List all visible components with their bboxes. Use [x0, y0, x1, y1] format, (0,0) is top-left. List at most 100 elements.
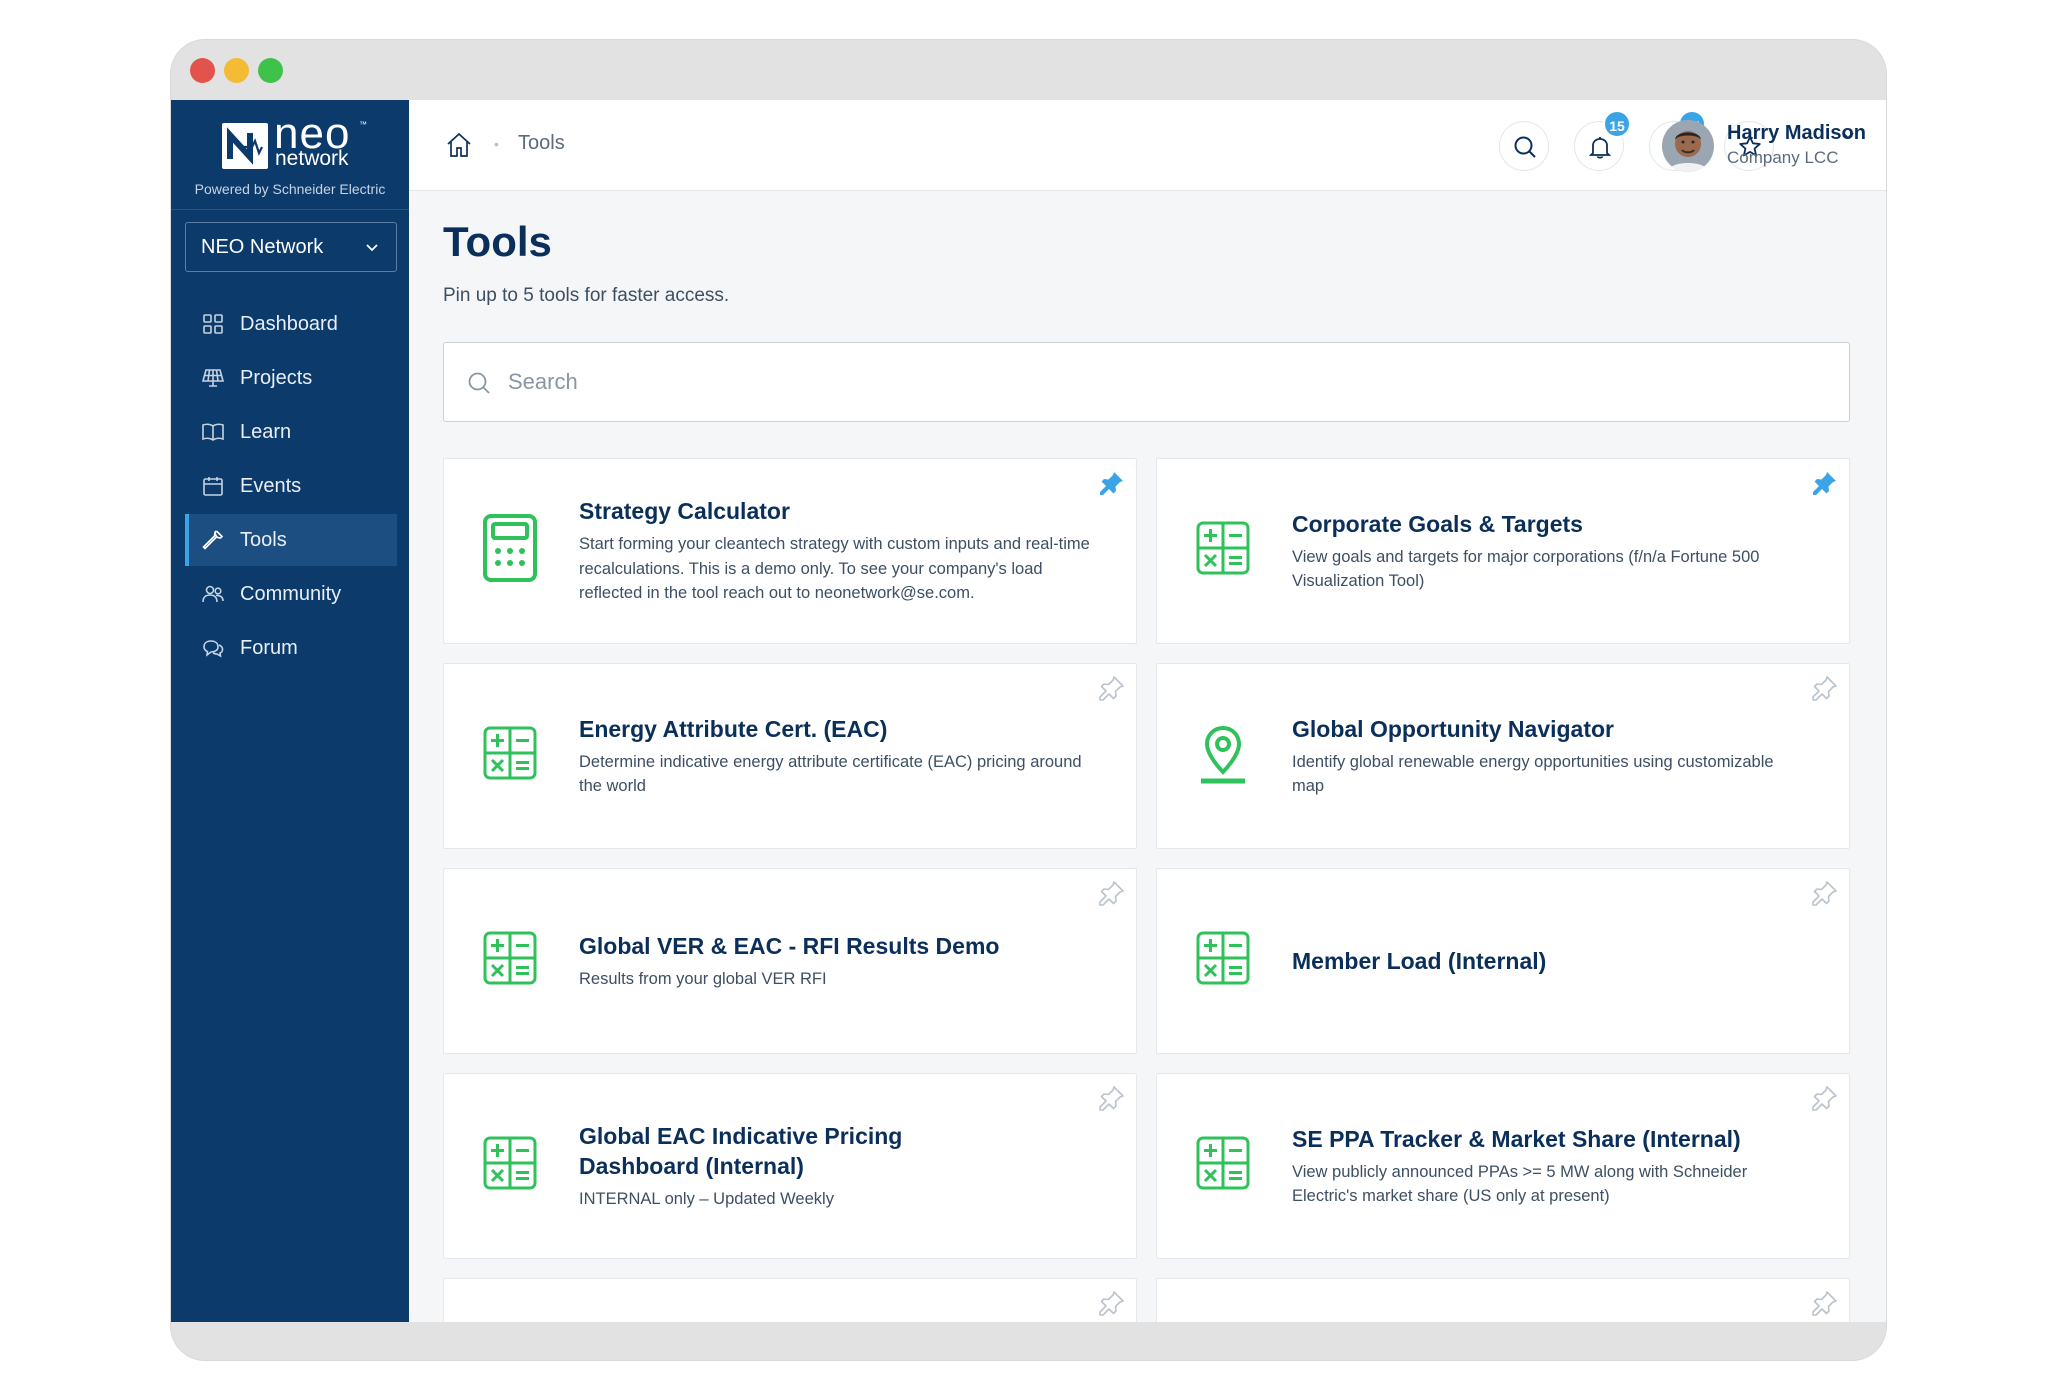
- people-icon: [202, 585, 224, 603]
- sidebar-item-label: Learn: [240, 420, 292, 443]
- pin-outline-icon[interactable]: [1811, 1084, 1839, 1112]
- tool-card-title: Global Opportunity Navigator: [1292, 715, 1615, 742]
- brand-logo[interactable]: neo ™ network Powered by Schneider Elect…: [171, 100, 409, 210]
- pin-filled-icon[interactable]: [1811, 469, 1839, 497]
- search-box[interactable]: [443, 342, 1850, 422]
- dashboard-icon: [203, 314, 223, 334]
- tool-card-title: Global EAC Indicative Pricing Dashboard …: [579, 1122, 903, 1179]
- notifications-count-badge: 15: [1603, 110, 1631, 138]
- tool-card-title: Corporate Goals & Targets: [1292, 510, 1583, 537]
- tool-card-global-opportunity-navigator[interactable]: Global Opportunity Navigator Identify gl…: [1156, 663, 1850, 849]
- breadcrumb[interactable]: Tools: [518, 132, 565, 155]
- user-company: Company LCC: [1727, 148, 1839, 167]
- tool-card-partial[interactable]: [443, 1278, 1137, 1322]
- breadcrumb-separator: •: [494, 136, 499, 152]
- math-operations-icon: [1196, 1136, 1250, 1190]
- main-content: • Tools 15 25: [409, 100, 1886, 1322]
- workspace-label: NEO Network: [201, 236, 324, 258]
- tool-card-description: Start forming your cleantech strategy wi…: [579, 535, 1090, 603]
- tool-card-text: Global EAC Indicative Pricing Dashboard …: [579, 1074, 936, 1258]
- tool-card-title: SE PPA Tracker & Market Share (Internal): [1292, 1125, 1741, 1152]
- page-subtitle: Pin up to 5 tools for faster access.: [443, 285, 730, 306]
- math-operations-icon: [483, 726, 537, 780]
- sidebar: neo ™ network Powered by Schneider Elect…: [171, 100, 409, 1322]
- book-icon: [202, 423, 224, 441]
- tool-card-title: Global VER & EAC - RFI Results Demo: [579, 932, 1000, 959]
- search-icon: [1514, 136, 1536, 158]
- tool-card-text: Strategy Calculator Start forming your c…: [579, 459, 1096, 643]
- tool-card-strategy-calculator[interactable]: Strategy Calculator Start forming your c…: [443, 458, 1137, 644]
- math-operations-icon: [483, 1136, 537, 1190]
- pin-outline-icon[interactable]: [1098, 879, 1126, 907]
- search-input[interactable]: [508, 361, 1808, 403]
- tool-card-se-ppa-tracker[interactable]: SE PPA Tracker & Market Share (Internal)…: [1156, 1073, 1850, 1259]
- tool-card-text: Member Load (Internal): [1292, 869, 1809, 1053]
- tool-card-description: View publicly announced PPAs >= 5 MW alo…: [1292, 1162, 1748, 1206]
- tool-card-description: INTERNAL only – Updated Weekly: [579, 1189, 834, 1208]
- home-icon[interactable]: [445, 131, 473, 159]
- sidebar-item-label: Forum: [240, 636, 298, 659]
- calculator-icon: [483, 514, 537, 582]
- minimize-window-button[interactable]: [224, 58, 249, 83]
- tool-card-description: Results from your global VER RFI: [579, 969, 827, 988]
- tool-card-global-ver-eac-rfi[interactable]: Global VER & EAC - RFI Results Demo Resu…: [443, 868, 1137, 1054]
- tool-card-partial[interactable]: [1156, 1278, 1850, 1322]
- pin-outline-icon[interactable]: [1811, 879, 1839, 907]
- sidebar-item-projects[interactable]: Projects: [185, 352, 397, 404]
- tool-card-text: SE PPA Tracker & Market Share (Internal)…: [1292, 1074, 1809, 1258]
- tool-card-title: Member Load (Internal): [1292, 948, 1547, 974]
- chevron-down-icon[interactable]: [1841, 128, 1855, 142]
- sidebar-item-label: Community: [240, 582, 342, 605]
- pin-outline-icon[interactable]: [1098, 1289, 1126, 1317]
- user-avatar[interactable]: [1662, 120, 1714, 172]
- logo-trademark: ™: [359, 120, 367, 129]
- tool-card-corporate-goals[interactable]: Corporate Goals & Targets View goals and…: [1156, 458, 1850, 644]
- tool-card-energy-attribute-cert[interactable]: Energy Attribute Cert. (EAC) Determine i…: [443, 663, 1137, 849]
- bell-icon: [1588, 137, 1612, 159]
- math-operations-icon: [1196, 931, 1250, 985]
- maximize-window-button[interactable]: [258, 58, 283, 83]
- map-pin-icon: [1201, 725, 1245, 784]
- sidebar-item-community[interactable]: Community: [185, 568, 397, 620]
- sidebar-item-events[interactable]: Events: [185, 460, 397, 512]
- pin-outline-icon[interactable]: [1811, 1289, 1839, 1317]
- sidebar-nav: Dashboard Projects Learn Events Tools Co…: [185, 298, 397, 676]
- sidebar-item-dashboard[interactable]: Dashboard: [185, 298, 397, 350]
- tool-card-title: Energy Attribute Cert. (EAC): [579, 715, 888, 742]
- workspace-dropdown[interactable]: NEO Network: [185, 222, 397, 272]
- search-icon: [468, 372, 490, 394]
- pin-outline-icon[interactable]: [1098, 674, 1126, 702]
- search-button[interactable]: [1499, 121, 1549, 171]
- sidebar-item-forum[interactable]: Forum: [185, 622, 397, 674]
- sidebar-item-label: Projects: [240, 366, 313, 389]
- tool-card-description: Identify global renewable energy opportu…: [1292, 752, 1774, 796]
- solar-panel-icon: [201, 369, 225, 387]
- tool-card-global-eac-pricing-dashboard[interactable]: Global EAC Indicative Pricing Dashboard …: [443, 1073, 1137, 1259]
- neo-logo-mark-icon: [222, 123, 268, 169]
- tool-card-member-load[interactable]: Member Load (Internal): [1156, 868, 1850, 1054]
- window-titlebar: [171, 40, 1886, 100]
- wrench-icon: [202, 530, 224, 550]
- tool-card-text: Corporate Goals & Targets View goals and…: [1292, 459, 1809, 643]
- tool-card-description: View goals and targets for major corpora…: [1292, 547, 1760, 591]
- sidebar-item-tools[interactable]: Tools: [185, 514, 397, 566]
- pin-outline-icon[interactable]: [1098, 1084, 1126, 1112]
- chevron-down-icon: [366, 244, 378, 252]
- tool-card-title: Strategy Calculator: [579, 498, 790, 525]
- app-window: neo ™ network Powered by Schneider Elect…: [171, 40, 1886, 1360]
- pin-outline-icon[interactable]: [1811, 674, 1839, 702]
- calendar-icon: [203, 477, 223, 496]
- close-window-button[interactable]: [190, 58, 215, 83]
- notifications-button[interactable]: 15: [1574, 110, 1631, 171]
- sidebar-item-label: Tools: [240, 528, 287, 551]
- tool-card-text: Energy Attribute Cert. (EAC) Determine i…: [579, 664, 1096, 848]
- sidebar-item-label: Events: [240, 474, 302, 497]
- avatar-image: [1662, 120, 1714, 172]
- math-operations-icon: [1196, 521, 1250, 575]
- page-title: Tools: [443, 218, 552, 265]
- sidebar-item-learn[interactable]: Learn: [185, 406, 397, 458]
- chat-bubbles-icon: [203, 640, 224, 658]
- tool-card-text: Global VER & EAC - RFI Results Demo Resu…: [579, 869, 1096, 1053]
- pin-filled-icon[interactable]: [1098, 469, 1126, 497]
- logo-subword: network: [275, 147, 349, 170]
